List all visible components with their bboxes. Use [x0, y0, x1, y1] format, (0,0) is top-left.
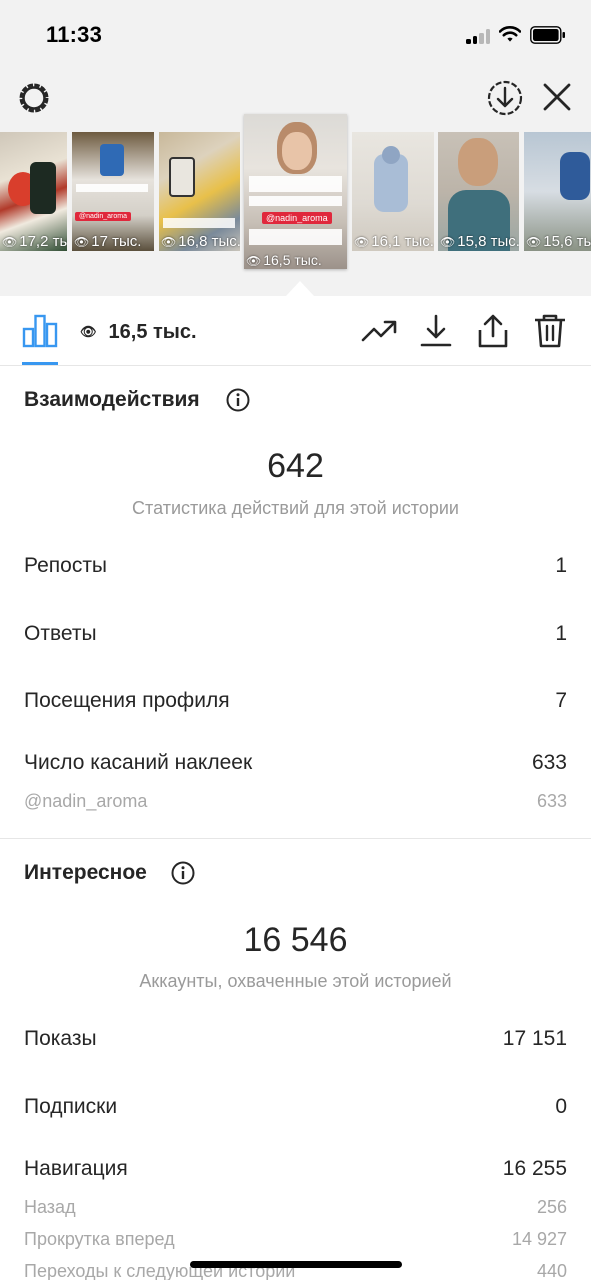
cellular-signal-icon: [466, 28, 492, 44]
story-photo: [458, 138, 498, 186]
bar-chart-icon[interactable]: [22, 314, 58, 348]
story-insights-toolbar: 👁 16,5 тыс.: [0, 296, 591, 366]
sticker-sub-label: @nadin_aroma: [24, 791, 148, 811]
close-icon[interactable]: [538, 78, 576, 116]
share-icon[interactable]: [474, 312, 512, 350]
navigation-sub-value: 256: [536, 1197, 567, 1217]
story-thumbnail[interactable]: 👁 16,1 тыс.: [352, 132, 434, 251]
story-thumbnail[interactable]: 👁17,2 тыс.: [0, 132, 67, 251]
discovery-total: 16 546: [243, 921, 348, 959]
download-circle-icon[interactable]: [485, 78, 525, 118]
sticker-sub-value: 633: [536, 791, 567, 811]
views-summary: 👁 16,5 тыс.: [80, 321, 197, 344]
story-photo: [169, 157, 195, 197]
stat-row-value: 7: [555, 689, 567, 712]
status-time: 11:33: [46, 22, 103, 47]
stat-row-label: Число касаний наклеек: [24, 751, 253, 774]
stat-row-value: 1: [555, 554, 567, 577]
wifi-icon: [499, 26, 521, 42]
story-thumbnail[interactable]: 👁 16,8 тыс.: [159, 132, 240, 251]
thumbnail-view-count: 👁17,2 тыс.: [2, 233, 67, 250]
stat-row-value: 0: [555, 1095, 567, 1118]
story-photo: [282, 132, 312, 170]
battery-icon: [530, 26, 565, 44]
navigation-sub-label: Прокрутка вперед: [24, 1229, 175, 1249]
stat-row-label: Показы: [24, 1027, 97, 1050]
active-tab-indicator: [22, 362, 58, 365]
story-thumbnail[interactable]: 👁15,6 тыс.: [524, 132, 591, 251]
stat-row-label: Посещения профиля: [24, 689, 230, 712]
story-mention-tag: @nadin_aroma: [75, 212, 131, 221]
story-photo: [382, 146, 400, 164]
story-thumbnail-selected[interactable]: @nadin_aroma 👁 16,5 тыс.: [244, 114, 347, 269]
thumbnail-view-count: 👁 16,5 тыс.: [246, 252, 322, 268]
story-photo: [560, 152, 590, 200]
story-photo: [30, 162, 56, 214]
interactions-title: Взаимодействия: [24, 388, 200, 411]
info-icon[interactable]: [171, 861, 195, 885]
thumbnail-view-count: 👁 16,1 тыс.: [354, 233, 434, 250]
thumbnail-view-count: 👁 15,8 тыс.: [440, 233, 519, 250]
status-bar: 11:33: [0, 0, 591, 70]
navigation-sub-value: 14 927: [511, 1229, 567, 1249]
download-icon[interactable]: [417, 312, 455, 350]
thumbnail-view-count: 👁15,6 тыс.: [526, 233, 591, 250]
interactions-total: 642: [267, 447, 324, 485]
story-caption-strip: [163, 218, 235, 228]
navigation-sub-label: Назад: [24, 1197, 76, 1217]
stat-row-value: 17 151: [502, 1027, 567, 1050]
views-count: 16,5 тыс.: [108, 321, 197, 343]
story-thumbnail[interactable]: 👁 15,8 тыс.: [438, 132, 519, 251]
trending-icon[interactable]: [360, 312, 398, 350]
section-divider: [0, 838, 591, 839]
story-photo: [100, 144, 124, 176]
story-mention-tag: @nadin_aroma: [262, 212, 332, 224]
story-thumbnail[interactable]: @nadin_aroma 👁 17 тыс.: [72, 132, 154, 251]
eye-icon: 👁: [80, 324, 97, 339]
stat-row-label: Подписки: [24, 1095, 118, 1118]
info-icon[interactable]: [226, 388, 250, 412]
thumbnail-view-count: 👁 17 тыс.: [74, 233, 142, 250]
stat-row-label: Навигация: [24, 1157, 128, 1180]
gear-icon[interactable]: [14, 78, 54, 118]
stat-row-label: Репосты: [24, 554, 108, 577]
navigation-sub-value: 440: [536, 1261, 567, 1280]
story-caption-strip: [249, 229, 342, 245]
story-caption-strip: [249, 196, 342, 206]
story-caption-strip: [76, 184, 148, 192]
stat-row-label: Ответы: [24, 622, 97, 645]
interactions-caption: Статистика действий для этой истории: [132, 498, 459, 518]
thumbnail-view-count: 👁 16,8 тыс.: [161, 233, 240, 250]
stat-row-value: 1: [555, 622, 567, 645]
stat-row-value: 16 255: [502, 1157, 567, 1180]
story-caption-strip: [249, 176, 342, 192]
trash-icon[interactable]: [531, 312, 569, 350]
stat-row-value: 633: [531, 751, 567, 774]
selection-caret: [286, 281, 314, 296]
home-indicator[interactable]: [190, 1261, 402, 1268]
discovery-caption: Аккаунты, охваченные этой историей: [139, 971, 452, 991]
discovery-title: Интересное: [24, 861, 147, 884]
